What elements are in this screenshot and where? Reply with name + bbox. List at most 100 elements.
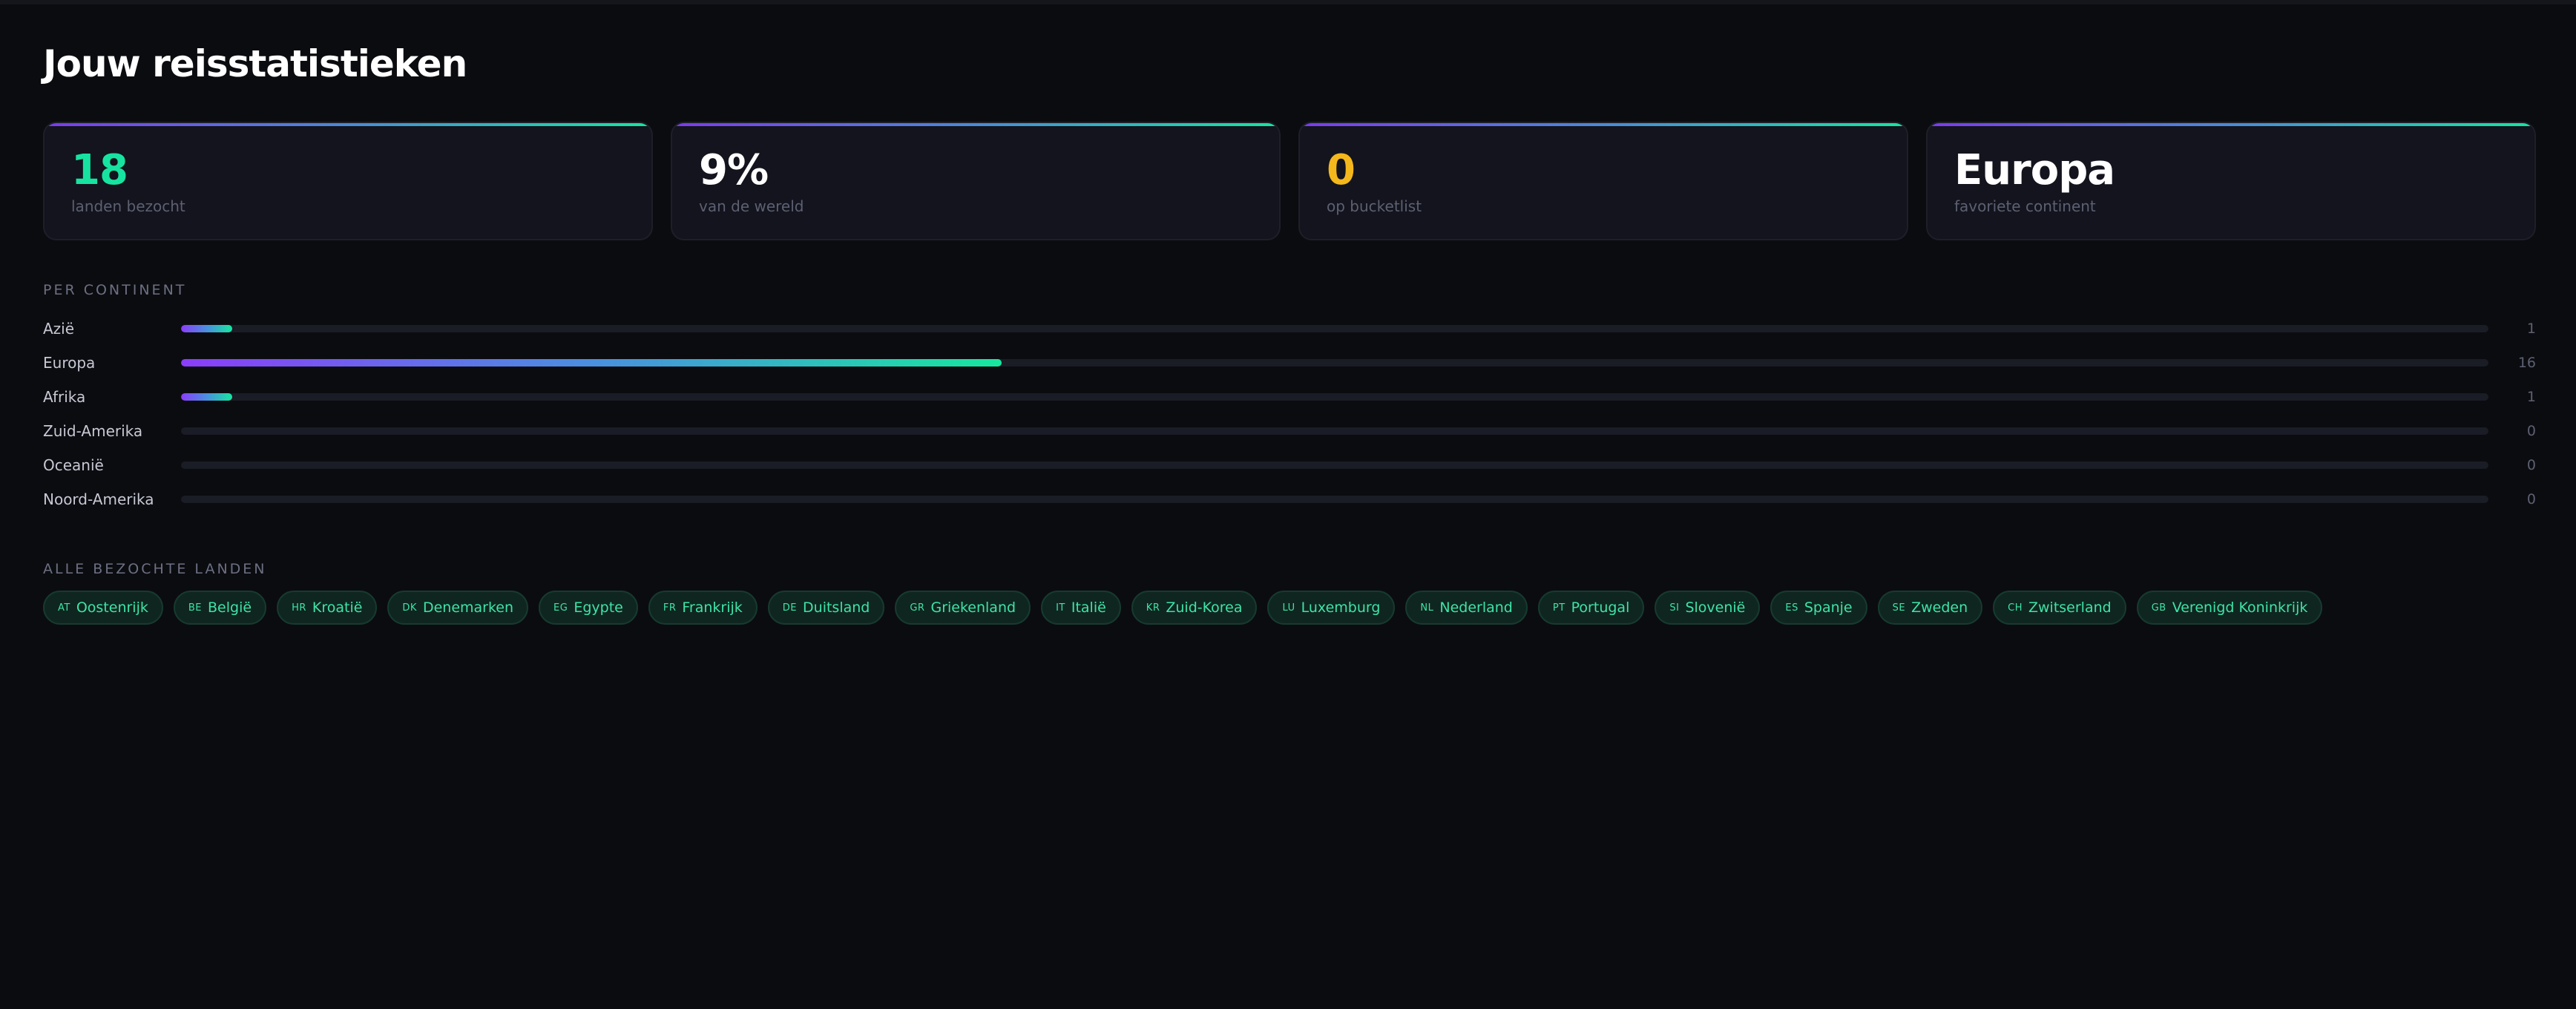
continent-name: Europa — [43, 354, 96, 372]
country-name: Griekenland — [930, 599, 1016, 616]
stat-label: op bucketlist — [1327, 197, 1422, 215]
country-code: AT — [58, 602, 70, 614]
country-code: KR — [1146, 602, 1160, 614]
continent-count: 0 — [2526, 457, 2536, 473]
section-title: ALLE BEZOCHTE LANDEN — [43, 561, 267, 577]
country-name: Luxemburg — [1301, 599, 1381, 616]
country-code: EG — [553, 602, 568, 614]
country-chip[interactable]: EG Egypte — [539, 591, 638, 625]
progress-track — [181, 427, 2488, 435]
country-code: ES — [1785, 602, 1798, 614]
country-name: Nederland — [1439, 599, 1513, 616]
country-name: Spanje — [1804, 599, 1853, 616]
stat-card-world-percentage: 9% van de wereld — [671, 122, 1281, 240]
page-title: Jouw reisstatistieken — [43, 42, 467, 85]
country-name: Italië — [1071, 599, 1106, 616]
stat-card-countries-visited: 18 landen bezocht — [43, 122, 653, 240]
country-chips: AT Oostenrijk BE België HR Kroatië DK Denema… — [43, 591, 2536, 625]
continent-bars: Azië 1 Europa 16 Afrika 1 Zuid-Amerika 0… — [43, 312, 2536, 516]
country-code: SI — [1669, 602, 1680, 614]
country-code: SE — [1892, 602, 1906, 614]
progress-fill — [181, 393, 233, 401]
country-code: GR — [910, 602, 925, 614]
country-code: NL — [1420, 602, 1434, 614]
country-name: Kroatië — [312, 599, 363, 616]
country-name: Frankrijk — [682, 599, 743, 616]
country-name: Zwitserland — [2028, 599, 2112, 616]
progress-track — [181, 496, 2488, 503]
country-code: GB — [2151, 602, 2166, 614]
country-code: CH — [2008, 602, 2023, 614]
stat-label: favoriete continent — [1954, 197, 2096, 215]
continent-row: Zuid-Amerika 0 — [43, 414, 2536, 448]
continent-count: 1 — [2526, 321, 2536, 337]
stat-value: 18 — [71, 146, 128, 194]
country-chip[interactable]: BE België — [173, 591, 267, 625]
section-title: PER CONTINENT — [43, 282, 187, 298]
stat-cards: 18 landen bezocht 9% van de wereld 0 op … — [43, 122, 2536, 240]
stat-value: Europa — [1954, 146, 2115, 194]
country-name: Verenigd Koninkrijk — [2172, 599, 2308, 616]
country-chip[interactable]: KR Zuid-Korea — [1131, 591, 1258, 625]
continent-row: Afrika 1 — [43, 380, 2536, 414]
country-code: DE — [782, 602, 798, 614]
top-border — [0, 0, 2576, 4]
progress-fill — [181, 359, 1002, 367]
country-chip[interactable]: PT Portugal — [1537, 591, 1645, 625]
country-chip[interactable]: LU Luxemburg — [1267, 591, 1396, 625]
continent-count: 0 — [2526, 423, 2536, 439]
continent-name: Azië — [43, 320, 75, 338]
country-chip[interactable]: GB Verenigd Koninkrijk — [2136, 591, 2323, 625]
country-name: Slovenië — [1685, 599, 1746, 616]
continent-count: 1 — [2526, 389, 2536, 405]
continent-name: Noord-Amerika — [43, 490, 154, 508]
country-code: FR — [663, 602, 677, 614]
progress-track — [181, 359, 2488, 367]
country-name: Duitsland — [803, 599, 870, 616]
continent-count: 16 — [2517, 355, 2536, 371]
progress-fill — [181, 325, 233, 332]
country-chip[interactable]: AT Oostenrijk — [43, 591, 163, 625]
continent-count: 0 — [2526, 491, 2536, 507]
progress-track — [181, 461, 2488, 469]
country-name: Zuid-Korea — [1166, 599, 1243, 616]
country-chip[interactable]: DE Duitsland — [767, 591, 885, 625]
continent-row: Noord-Amerika 0 — [43, 482, 2536, 516]
country-name: Oostenrijk — [76, 599, 148, 616]
continent-row: Azië 1 — [43, 312, 2536, 346]
country-chip[interactable]: CH Zwitserland — [1993, 591, 2126, 625]
continent-name: Afrika — [43, 388, 86, 406]
country-code: DK — [402, 602, 417, 614]
stat-label: van de wereld — [699, 197, 804, 215]
country-chip[interactable]: IT Italië — [1041, 591, 1121, 625]
country-name: Portugal — [1571, 599, 1630, 616]
stat-label: landen bezocht — [71, 197, 185, 215]
country-name: Egypte — [574, 599, 623, 616]
country-code: BE — [188, 602, 203, 614]
stat-card-favorite-continent: Europa favoriete continent — [1926, 122, 2536, 240]
progress-track — [181, 393, 2488, 401]
country-code: HR — [292, 602, 306, 614]
country-name: Denemarken — [422, 599, 514, 616]
country-name: Zweden — [1911, 599, 1968, 616]
country-name: België — [208, 599, 252, 616]
country-chip[interactable]: FR Frankrijk — [648, 591, 758, 625]
continent-name: Oceanië — [43, 456, 104, 474]
country-chip[interactable]: GR Griekenland — [895, 591, 1031, 625]
country-chip[interactable]: SE Zweden — [1877, 591, 1983, 625]
country-chip[interactable]: HR Kroatië — [277, 591, 378, 625]
stats-page: Jouw reisstatistieken 18 landen bezocht … — [43, 42, 2536, 625]
country-code: LU — [1282, 602, 1295, 614]
country-chip[interactable]: DK Denemarken — [387, 591, 529, 625]
continent-row: Europa 16 — [43, 346, 2536, 380]
country-chip[interactable]: SI Slovenië — [1655, 591, 1761, 625]
progress-track — [181, 325, 2488, 332]
country-code: IT — [1056, 602, 1065, 614]
stat-value: 9% — [699, 146, 769, 194]
visited-countries-section: ALLE BEZOCHTE LANDEN AT Oostenrijk BE Belg… — [43, 561, 2536, 625]
country-code: PT — [1552, 602, 1565, 614]
country-chip[interactable]: ES Spanje — [1770, 591, 1867, 625]
continent-row: Oceanië 0 — [43, 448, 2536, 482]
country-chip[interactable]: NL Nederland — [1405, 591, 1528, 625]
continent-section: PER CONTINENT Azië 1 Europa 16 Afrika 1 … — [43, 282, 2536, 516]
